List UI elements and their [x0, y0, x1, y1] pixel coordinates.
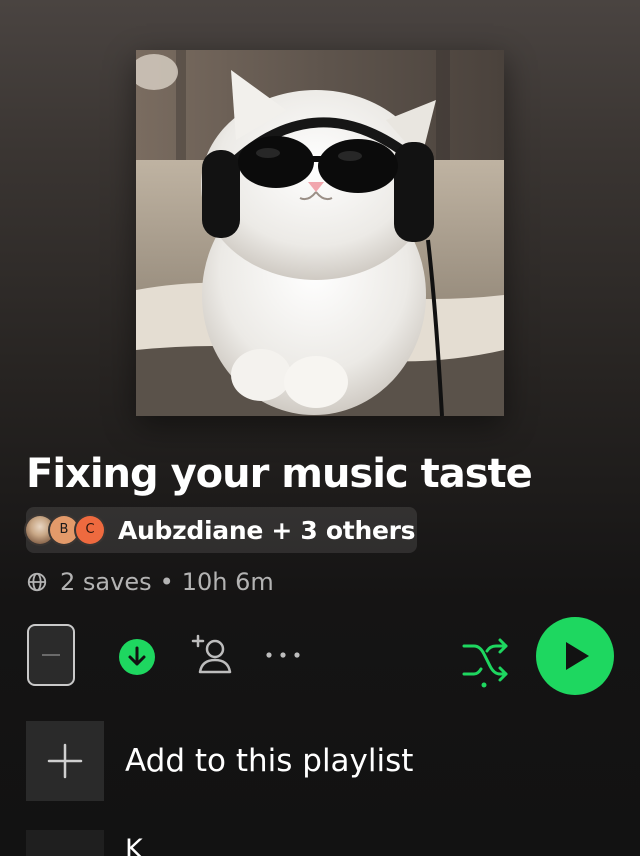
avatar: B [50, 516, 78, 544]
meta-separator: • [159, 568, 174, 596]
add-user-icon [191, 634, 232, 674]
download-button[interactable] [118, 638, 156, 676]
playlist-thumbnail-button[interactable] [27, 624, 75, 686]
more-icon [266, 652, 300, 658]
download-icon [119, 639, 155, 675]
add-collaborator-button[interactable] [188, 632, 236, 676]
playlist-title: Fixing your music taste [26, 451, 533, 497]
playlist-cover [136, 50, 504, 416]
add-to-playlist-label: Add to this playlist [125, 743, 414, 779]
track-title: K [125, 834, 143, 856]
add-tile [26, 721, 104, 801]
play-icon [566, 642, 589, 670]
globe-icon [27, 572, 47, 592]
avatar: C [76, 516, 104, 544]
owners-chip[interactable]: B C Aubzdiane + 3 others [26, 507, 417, 553]
shuffle-button[interactable] [456, 632, 512, 688]
playlist-meta: 2 saves • 10h 6m [26, 563, 274, 601]
add-to-playlist-row[interactable]: Add to this playlist [26, 721, 626, 801]
thumbnail-bar [42, 654, 60, 656]
playlist-duration: 10h 6m [181, 568, 274, 596]
play-button[interactable] [536, 617, 614, 695]
plus-icon [47, 743, 83, 779]
track-row[interactable]: K [26, 826, 626, 856]
avatar-stack: B C [26, 514, 110, 546]
shuffle-icon [462, 638, 508, 688]
owners-label[interactable]: Aubzdiane + 3 others [118, 516, 416, 545]
more-options-button[interactable] [260, 640, 306, 670]
track-thumbnail [26, 830, 104, 856]
saves-count: 2 saves [60, 568, 152, 596]
